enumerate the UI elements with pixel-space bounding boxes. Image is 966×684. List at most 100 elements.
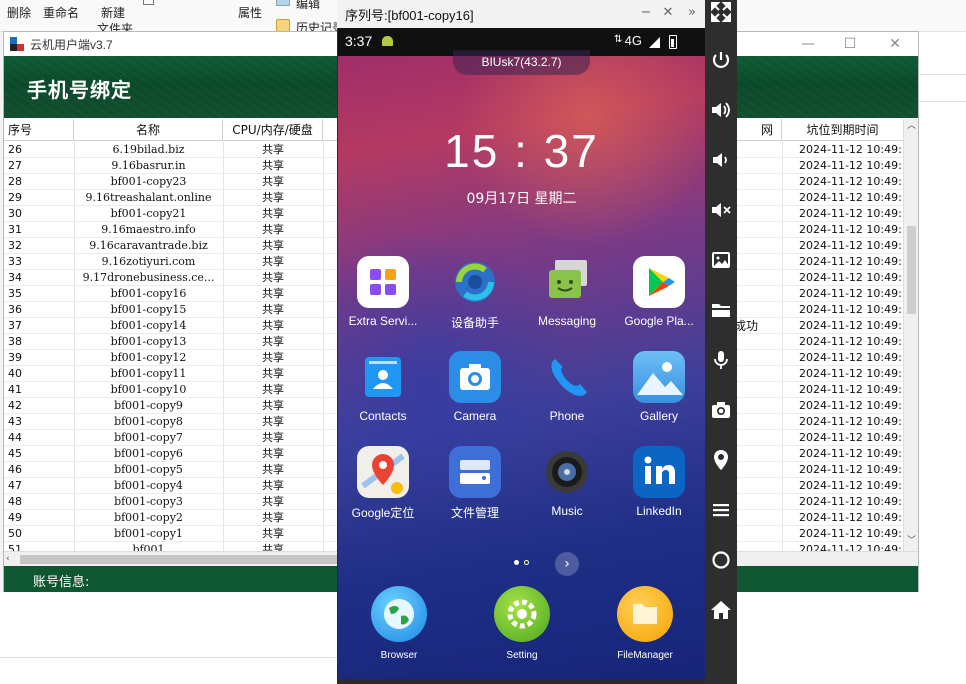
- next-page-button[interactable]: ›: [555, 552, 579, 576]
- cell-no: 38: [8, 335, 22, 348]
- cell-expire: 2024-11-12 10:49:: [799, 143, 902, 156]
- edit-button[interactable]: 编辑: [296, 0, 320, 12]
- explorer-background: [918, 32, 966, 684]
- cell-cpu: 共享: [262, 415, 284, 428]
- file-manager-icon: [449, 446, 501, 498]
- cell-cpu: 共享: [262, 351, 284, 364]
- close-icon[interactable]: ✕: [659, 4, 677, 22]
- cell-cpu: 共享: [262, 335, 284, 348]
- divider: [0, 657, 340, 658]
- cell-name: 9.17dronebusiness.ce...: [82, 271, 215, 284]
- close-icon[interactable]: ✕: [885, 34, 905, 54]
- menu-icon[interactable]: [709, 498, 733, 522]
- checkbox-icon[interactable]: [143, 0, 154, 5]
- cell-expire: 2024-11-12 10:49:: [799, 495, 902, 508]
- cell-name: 9.16basrur.in: [111, 159, 186, 172]
- app-google-maps[interactable]: Google定位: [339, 446, 427, 521]
- clock-widget[interactable]: 15 : 37: [338, 124, 705, 178]
- cell-expire: 2024-11-12 10:49:: [799, 335, 902, 348]
- app-music[interactable]: Music: [523, 446, 611, 518]
- mute-icon[interactable]: [709, 198, 733, 222]
- app-messaging[interactable]: Messaging: [523, 256, 611, 328]
- cell-expire: 2024-11-12 10:49:: [799, 239, 902, 252]
- cell-name: 9.16treashalant.online: [85, 191, 212, 204]
- new-button[interactable]: 新建: [101, 4, 125, 21]
- home-circle-icon[interactable]: [709, 548, 733, 572]
- home-icon[interactable]: [709, 598, 733, 622]
- cell-name: bf001-copy6: [114, 447, 183, 460]
- maximize-icon[interactable]: ☐: [840, 34, 860, 54]
- cell-no: 40: [8, 367, 22, 380]
- cell-expire: 2024-11-12 10:49:: [799, 223, 902, 236]
- screenshot-icon[interactable]: [709, 248, 733, 272]
- app-gallery[interactable]: Gallery: [615, 351, 703, 423]
- volume-down-icon[interactable]: [709, 148, 733, 172]
- file-transfer-icon[interactable]: [709, 298, 733, 322]
- column-header-name[interactable]: 名称: [74, 119, 223, 141]
- dock-browser[interactable]: Browser: [355, 586, 443, 661]
- cell-name: bf001-copy3: [114, 495, 183, 508]
- cell-no: 30: [8, 207, 22, 220]
- cell-cpu: 共享: [262, 543, 284, 551]
- column-header-no[interactable]: 序号: [4, 119, 74, 141]
- phone-window-titlebar[interactable]: 序列号:[bf001-copy16] − ✕ »: [337, 0, 705, 28]
- scroll-left-icon[interactable]: ‹: [6, 552, 10, 567]
- cell-no: 29: [8, 191, 22, 204]
- fullscreen-icon[interactable]: [709, 0, 733, 24]
- scroll-down-icon[interactable]: ﹀: [904, 534, 918, 549]
- vertical-scrollbar[interactable]: ︿ ﹀: [903, 119, 918, 551]
- location-icon[interactable]: [709, 448, 733, 472]
- microphone-icon[interactable]: [709, 348, 733, 372]
- cell-cpu: 共享: [262, 463, 284, 476]
- cell-name: bf001-copy10: [110, 383, 187, 396]
- app-google-play[interactable]: Google Pla...: [615, 256, 703, 328]
- cell-expire: 2024-11-12 10:49:: [799, 287, 902, 300]
- camera-icon[interactable]: [709, 398, 733, 422]
- date-widget: 09月17日 星期二: [466, 191, 577, 207]
- scroll-thumb[interactable]: [20, 555, 340, 564]
- app-file-manager[interactable]: 文件管理: [431, 446, 519, 521]
- minimize-icon[interactable]: —: [798, 34, 818, 54]
- cell-cpu: 共享: [262, 191, 284, 204]
- app-camera[interactable]: Camera: [431, 351, 519, 423]
- properties-button[interactable]: 属性: [238, 4, 262, 21]
- cell-expire: 2024-11-12 10:49:: [799, 383, 902, 396]
- phone-mirror-window: 序列号:[bf001-copy16] − ✕ » 3:37 ⇅ 4G BIUsk…: [337, 0, 737, 684]
- data-arrows-icon: ⇅: [614, 34, 623, 45]
- cell-name: bf001-copy23: [110, 175, 187, 188]
- cell-expire: 2024-11-12 10:49:: [799, 479, 902, 492]
- cell-no: 32: [8, 239, 22, 252]
- rename-button[interactable]: 重命名: [43, 4, 79, 21]
- music-icon: [541, 446, 593, 498]
- cell-no: 45: [8, 447, 22, 460]
- app-label: 设备助手: [450, 316, 499, 330]
- minimize-icon[interactable]: −: [637, 4, 655, 22]
- column-header-cpu[interactable]: CPU/内存/硬盘: [223, 119, 323, 141]
- delete-button[interactable]: 删除: [7, 4, 31, 21]
- app-phone[interactable]: Phone: [523, 351, 611, 423]
- cell-cpu: 共享: [262, 175, 284, 188]
- expand-icon[interactable]: »: [683, 4, 701, 22]
- dock-setting[interactable]: Setting: [478, 586, 566, 661]
- scroll-up-icon[interactable]: ︿: [904, 119, 918, 134]
- app-device-assistant[interactable]: 设备助手: [431, 256, 519, 331]
- cell-expire: 2024-11-12 10:49:: [799, 303, 902, 316]
- network-type: 4G: [624, 33, 642, 48]
- volume-up-icon[interactable]: [709, 98, 733, 122]
- cell-no: 26: [8, 143, 22, 156]
- app-linkedin[interactable]: LinkedIn: [615, 446, 703, 518]
- cell-name: bf001: [132, 543, 165, 551]
- dock-file-manager[interactable]: FileManager: [601, 586, 689, 661]
- cell-expire: 2024-11-12 10:49:: [799, 543, 902, 551]
- scroll-thumb[interactable]: [907, 226, 916, 314]
- column-header-expire[interactable]: 坑位到期时间: [782, 119, 904, 141]
- cell-expire: 2024-11-12 10:49:: [799, 447, 902, 460]
- status-peek-text: 成功: [734, 319, 759, 333]
- app-extra-services[interactable]: Extra Servi...: [339, 256, 427, 328]
- cell-expire: 2024-11-12 10:49:: [799, 511, 902, 524]
- cell-cpu: 共享: [262, 383, 284, 396]
- phone-screen[interactable]: 3:37 ⇅ 4G BIUsk7(43.2.7) 15 : 37 09月17日 …: [338, 28, 705, 679]
- cell-expire: 2024-11-12 10:49:: [799, 175, 902, 188]
- power-icon[interactable]: [709, 48, 733, 72]
- app-contacts[interactable]: Contacts: [339, 351, 427, 423]
